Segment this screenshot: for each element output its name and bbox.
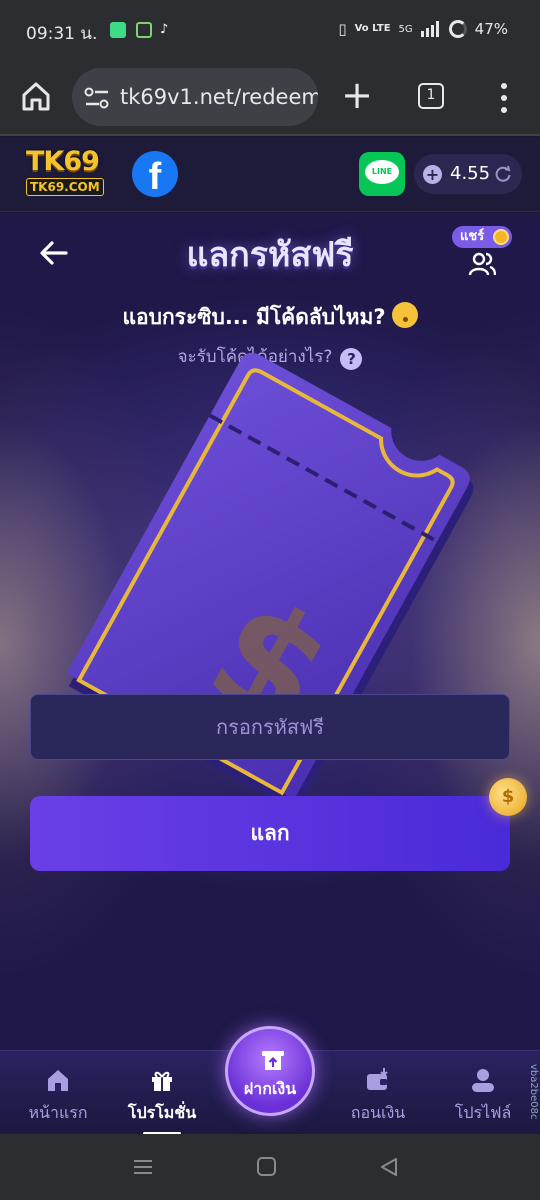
battery-percent: 47%	[474, 20, 508, 38]
page-title: แลกรหัสฟรี	[186, 235, 354, 275]
wallet-icon	[367, 1068, 388, 1090]
status-bar: 09:31 น. ♪ ▯ Vo LTE 5G 47%	[0, 0, 540, 62]
deposit-label: ฝากเงิน	[243, 1079, 297, 1098]
how-to-get-code[interactable]: จะรับโค้ดได้อย่างไร??	[0, 343, 540, 370]
new-tab-icon[interactable]: +	[340, 76, 374, 114]
balance-value: 4.55	[450, 163, 491, 184]
nav-profile[interactable]: โปรไฟล์	[440, 1051, 526, 1135]
tiktok-icon: ♪	[160, 22, 169, 37]
profile-icon	[472, 1069, 494, 1092]
gift-icon	[152, 1071, 172, 1091]
system-home-icon[interactable]	[256, 1156, 278, 1178]
add-balance-icon[interactable]: +	[423, 165, 442, 184]
floating-coin-icon[interactable]: $	[489, 778, 527, 816]
share-badge[interactable]: แชร์	[452, 226, 513, 248]
browser-menu-icon[interactable]	[494, 80, 514, 116]
tk69-logo[interactable]: TK69 TK69.COM	[26, 148, 116, 200]
vibrate-icon: ▯	[338, 20, 347, 38]
game-app-icon	[136, 22, 152, 38]
system-back-icon[interactable]	[378, 1156, 400, 1178]
home-icon	[48, 1070, 68, 1091]
redeem-page: แลกรหัสฟรี แชร์ แอบกระซิบ... มีโค้ดลับไห…	[0, 213, 540, 1050]
nav-promotions-label: โปรโมชั่น	[127, 1103, 197, 1122]
site-settings-icon[interactable]	[84, 86, 110, 110]
nav-home-label: หน้าแรก	[28, 1103, 88, 1122]
url-text: tk69v1.net/redeem	[120, 85, 318, 109]
volte-label: Vo LTE	[354, 23, 391, 34]
system-navigation-bar	[0, 1134, 540, 1200]
nav-home[interactable]: หน้าแรก	[18, 1051, 98, 1135]
coin-icon	[493, 229, 510, 245]
share-friends-icon[interactable]	[468, 251, 496, 277]
refresh-icon[interactable]	[494, 165, 512, 183]
nav-promotions[interactable]: โปรโมชั่น	[116, 1051, 208, 1135]
battery-icon	[448, 20, 467, 38]
status-indicators: ▯ Vo LTE 5G 47%	[338, 20, 508, 38]
nav-profile-label: โปรไฟล์	[454, 1103, 512, 1122]
nav-withdraw-label: ถอนเงิน	[350, 1103, 406, 1122]
tab-switcher-button[interactable]: 1	[418, 83, 444, 109]
status-time: 09:31 น.	[26, 24, 98, 44]
browser-home-icon[interactable]	[20, 80, 52, 112]
recent-apps-icon[interactable]	[132, 1156, 154, 1178]
signal-5g-label: 5G	[398, 23, 413, 35]
deposit-icon	[262, 1051, 284, 1070]
help-icon[interactable]: ?	[340, 348, 363, 370]
address-bar[interactable]: tk69v1.net/redeem	[72, 68, 318, 126]
browser-toolbar: tk69v1.net/redeem + 1	[0, 62, 540, 136]
redeem-button[interactable]: แลก	[30, 796, 510, 871]
redeem-code-input[interactable]	[30, 694, 510, 760]
back-arrow-icon[interactable]	[36, 235, 72, 271]
balance-pill[interactable]: + 4.55	[414, 154, 522, 194]
deposit-button[interactable]: ฝากเงิน	[225, 1026, 315, 1116]
ticket-illustration: $	[66, 352, 474, 813]
signal-icon	[420, 21, 439, 37]
facebook-icon[interactable]: f	[132, 151, 178, 197]
shush-emoji-icon	[391, 302, 418, 328]
messages-app-icon	[110, 22, 126, 38]
nav-withdraw[interactable]: ถอนเงิน	[336, 1051, 420, 1135]
line-icon[interactable]: LINE	[359, 152, 405, 196]
secret-code-hint: แอบกระซิบ... มีโค้ดลับไหม?	[0, 301, 540, 334]
version-text: vba2be08c	[528, 1064, 539, 1120]
site-header: TK69 TK69.COM f LINE + 4.55	[0, 138, 540, 212]
